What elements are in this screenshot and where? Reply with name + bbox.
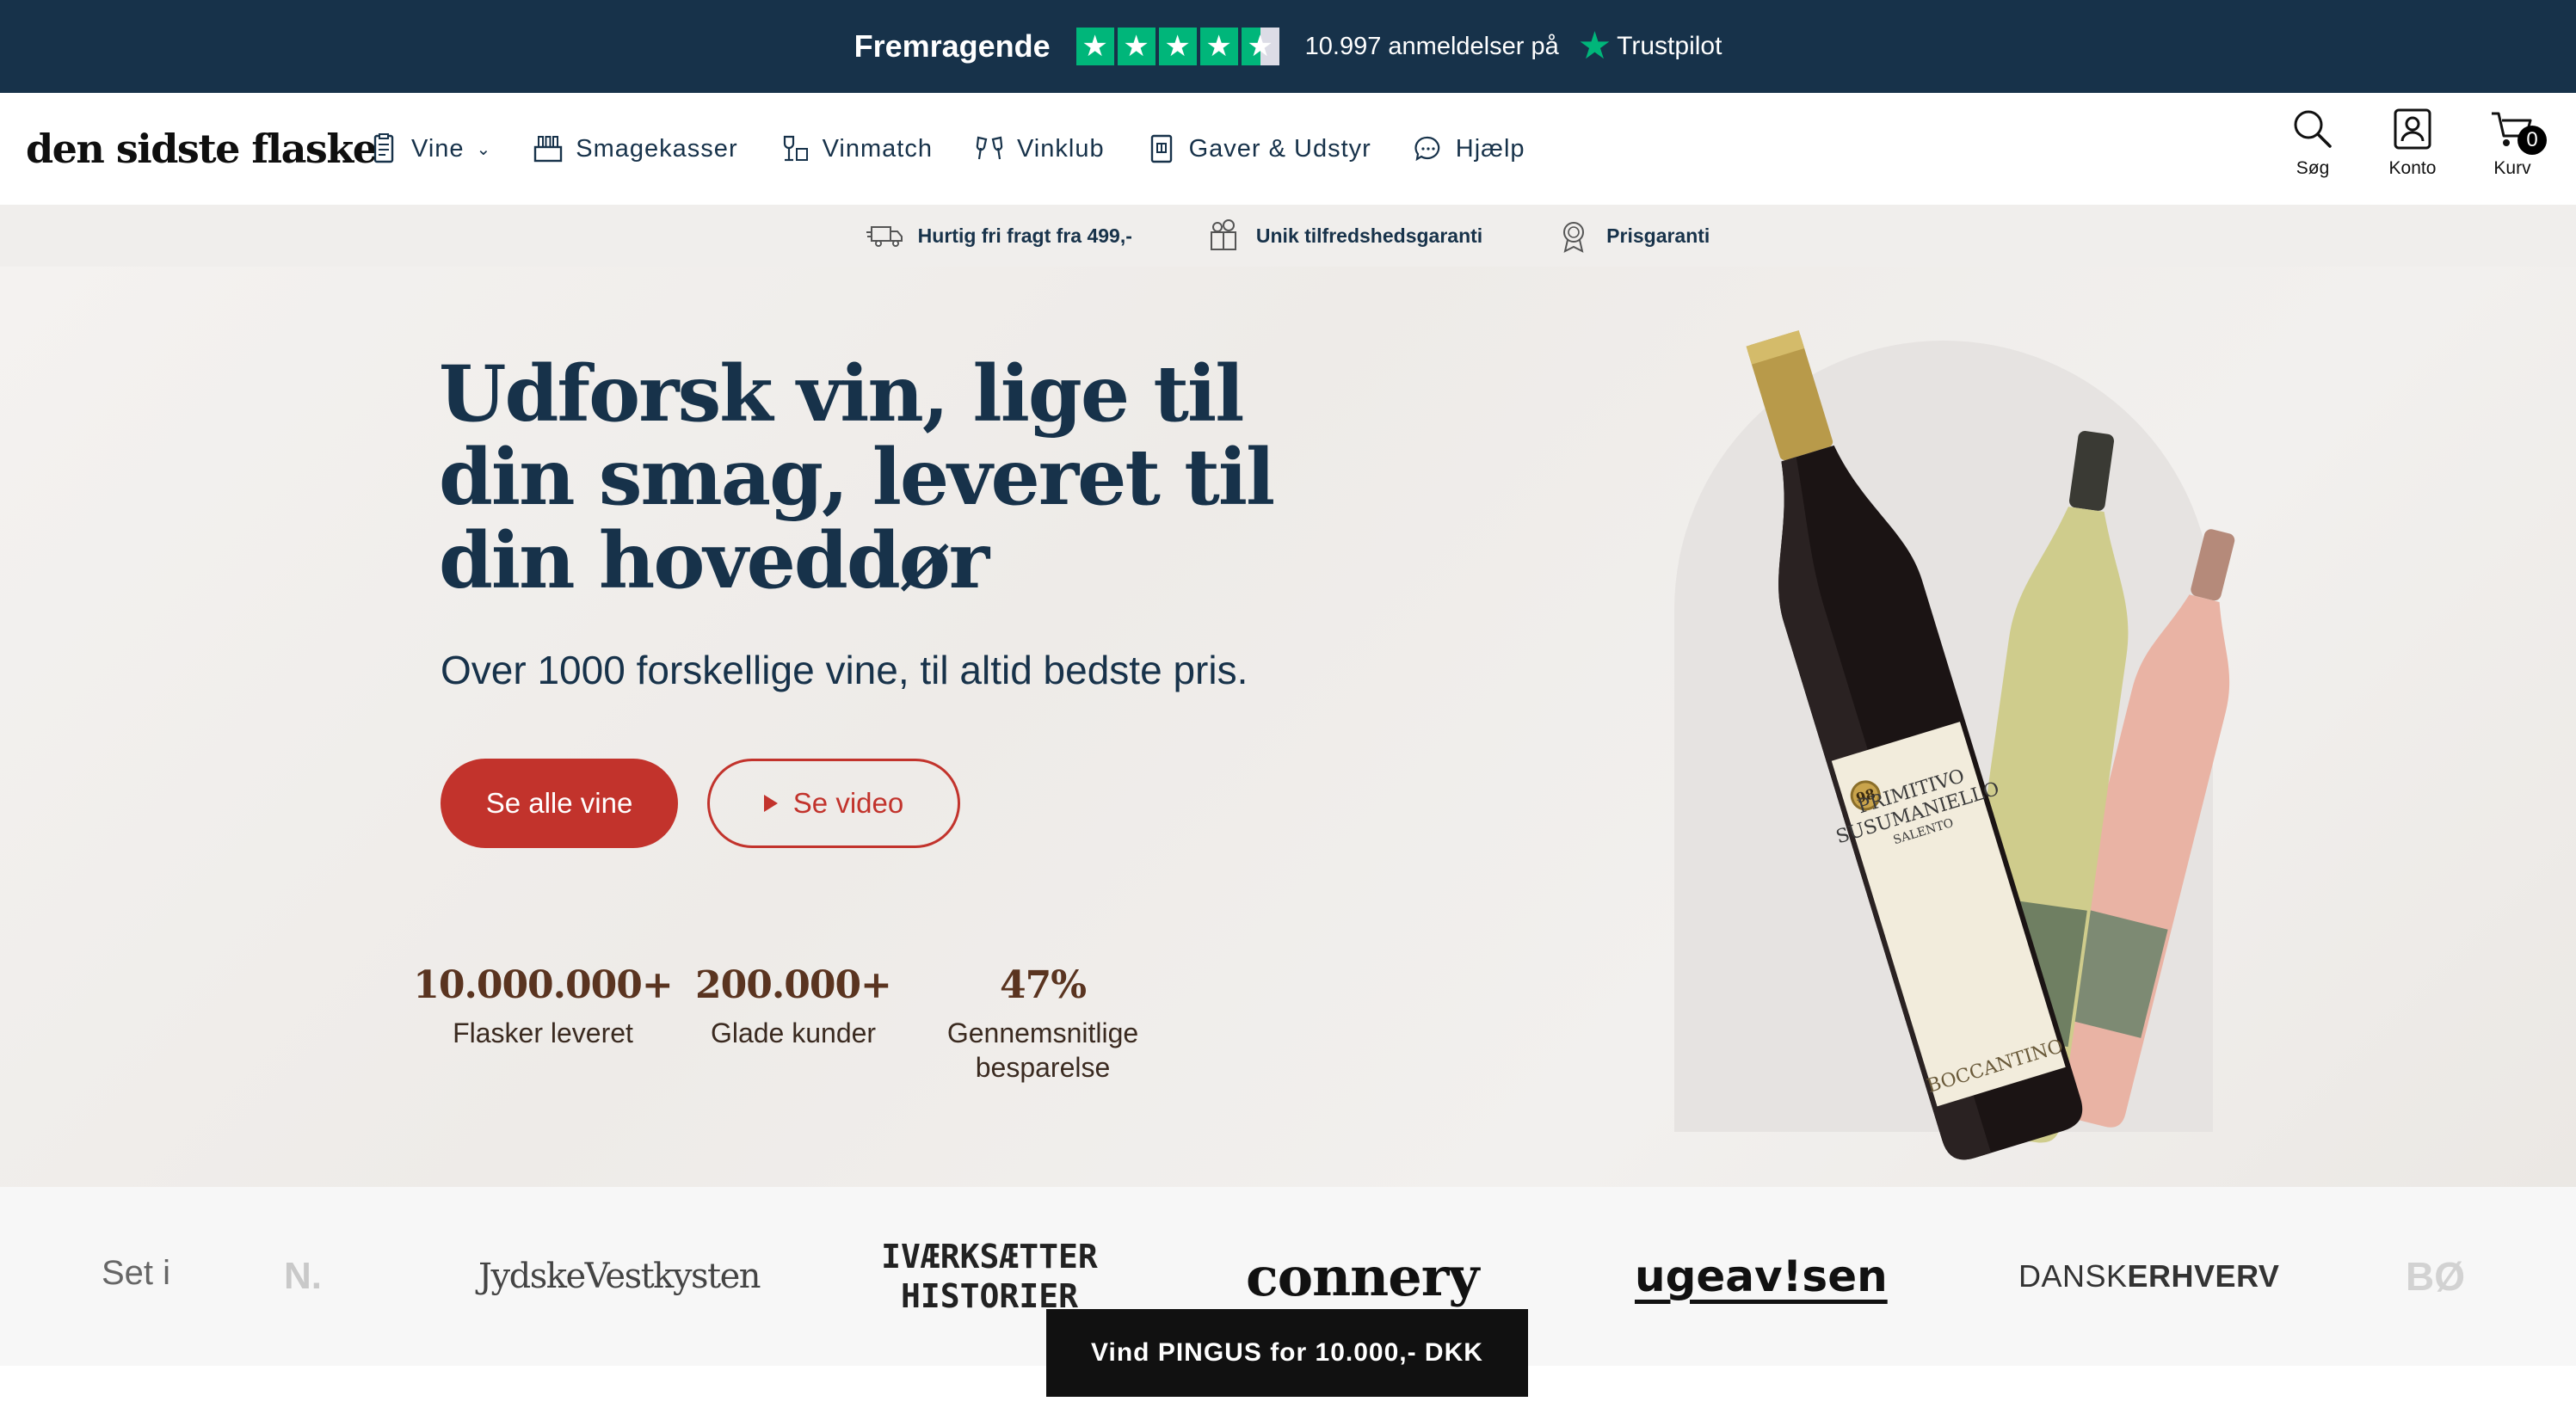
stat-label: Gennemsnitlige besparelse [946,1017,1139,1083]
press-logo-dansk-erhverv: DANSK ERHVERV [2018,1187,2279,1366]
press-logo-part: ERHVERV [2127,1258,2280,1294]
press-logo-line: IVÆRKSÆTTER [881,1238,1098,1276]
wine-box-icon [533,133,564,164]
nav-label-gaver-udstyr: Gaver & Udstyr [1188,134,1371,163]
usp-price-guarantee: Prisgaranti [1555,218,1710,253]
trustpilot-star-icon: ★ [1577,25,1612,67]
account-label: Konto [2388,158,2437,178]
search-button[interactable]: Søg [2285,105,2340,179]
account-button[interactable]: Konto [2385,105,2440,179]
usp-free-shipping: Hurtig fri fragt fra 499,- [866,218,1132,253]
gift-card-icon [1146,133,1177,164]
see-all-wines-button[interactable]: Se alle vine [441,759,678,848]
stat-value: 47% [999,963,1087,1007]
trustpilot-bar[interactable]: Fremragende ★ ★ ★ ★ ★ 10.997 anmeldelser… [0,0,2576,93]
search-icon [2294,110,2332,148]
nav-label-vinmatch: Vinmatch [822,134,933,163]
press-label: Set i [102,1254,171,1292]
chat-bubble-icon [1413,133,1444,164]
usp-bar: Hurtig fri fragt fra 499,- Unik tilfreds… [0,205,2576,267]
main-nav: Vine ⌄ Smagekasser Vinmatch Vinklub Gave… [368,93,1525,205]
stat-customers: 200.000+ Glade kunder [656,963,931,1085]
delivery-truck-icon [866,226,903,247]
cart-count-badge: 0 [2517,126,2547,155]
hero-section: Udforsk vin, lige til din smag, leveret … [0,267,2576,1187]
half-star-icon: ★ [1241,28,1279,65]
site-header: den sidste flaske Vine ⌄ Smagekasser Vin… [0,93,2576,205]
nav-item-vinklub[interactable]: Vinklub [974,133,1105,164]
nav-label-vinklub: Vinklub [1016,134,1105,163]
watch-video-label: Se video [792,787,904,819]
cart-button[interactable]: 0 Kurv [2485,105,2547,179]
stat-label: Glade kunder [710,1017,877,1048]
nav-label-vine: Vine [411,134,465,163]
chevron-down-icon: ⌄ [476,139,492,159]
usp-satisfaction: Unik tilfredshedsgaranti [1205,218,1482,253]
star-icon: ★ [1158,28,1197,65]
nav-item-vinmatch[interactable]: Vinmatch [780,133,933,164]
hero-stats: 10.000.000+ Flasker leveret 200.000+ Gla… [413,963,1155,1085]
satisfaction-badge-icon [1210,219,1236,250]
wine-bottles-image: REN 98 PRIMITIVO SUSUMANIELLO SALENTO BO… [1746,329,2235,1160]
cheers-glasses-icon [974,133,1005,164]
usp-label: Hurtig fri fragt fra 499,- [917,224,1132,247]
search-label: Søg [2296,158,2330,178]
stat-label: Flasker leveret [453,1017,633,1048]
stat-value: 10.000.000+ [413,963,673,1007]
account-icon [2394,108,2431,150]
nav-label-smagekasser: Smagekasser [576,134,738,163]
site-logo[interactable]: den sidste flaske [26,126,378,172]
trustpilot-logo: ★ Trustpilot [1578,28,1722,65]
press-logo-jydskevestkysten: JydskeVestkysten [478,1257,761,1296]
nav-item-smagekasser[interactable]: Smagekasser [533,133,737,164]
nav-item-hjaelp[interactable]: Hjælp [1413,133,1525,164]
nav-item-vine[interactable]: Vine ⌄ [368,133,491,164]
stat-bottles: 10.000.000+ Flasker leveret [413,963,673,1085]
hero-title: Udforsk vin, lige til din smag, leveret … [439,348,1275,606]
nav-item-gaver-udstyr[interactable]: Gaver & Udstyr [1146,133,1371,164]
header-utilities: Søg Konto 0 Kurv [2285,105,2547,179]
press-logo-ugeavisen: ugeav!sen [1635,1251,1888,1301]
trustpilot-stars: ★ ★ ★ ★ ★ [1075,28,1279,65]
play-icon [763,795,778,812]
nav-label-hjaelp: Hjælp [1455,134,1525,163]
usp-label: Unik tilfredshedsgaranti [1255,224,1483,247]
watch-video-button[interactable]: Se video [707,759,960,848]
star-icon: ★ [1117,28,1156,65]
stat-value: 200.000+ [695,963,892,1007]
stat-savings: 47% Gennemsnitlige besparelse [931,963,1155,1085]
price-medal-icon [1563,222,1585,253]
press-logo-bo: BØ [2406,1254,2465,1299]
press-logo-part: DANSK [2018,1258,2128,1294]
win-pingus-button[interactable]: Vind PINGUS for 10.000,- DKK [1046,1309,1528,1397]
hero-subtitle: Over 1000 forskellige vine, til altid be… [441,648,1248,692]
wine-list-icon [368,133,399,164]
trustpilot-brand-label: Trustpilot [1617,32,1722,60]
cart-label: Kurv [2493,158,2531,178]
trustpilot-reviews-count: 10.997 anmeldelser på [1304,32,1559,60]
usp-label: Prisgaranti [1606,224,1710,247]
star-icon: ★ [1199,28,1238,65]
star-icon: ★ [1075,28,1114,65]
wine-match-icon [780,133,810,164]
trustpilot-rating-label: Fremragende [854,28,1051,64]
press-logo-n: N. [284,1255,322,1297]
